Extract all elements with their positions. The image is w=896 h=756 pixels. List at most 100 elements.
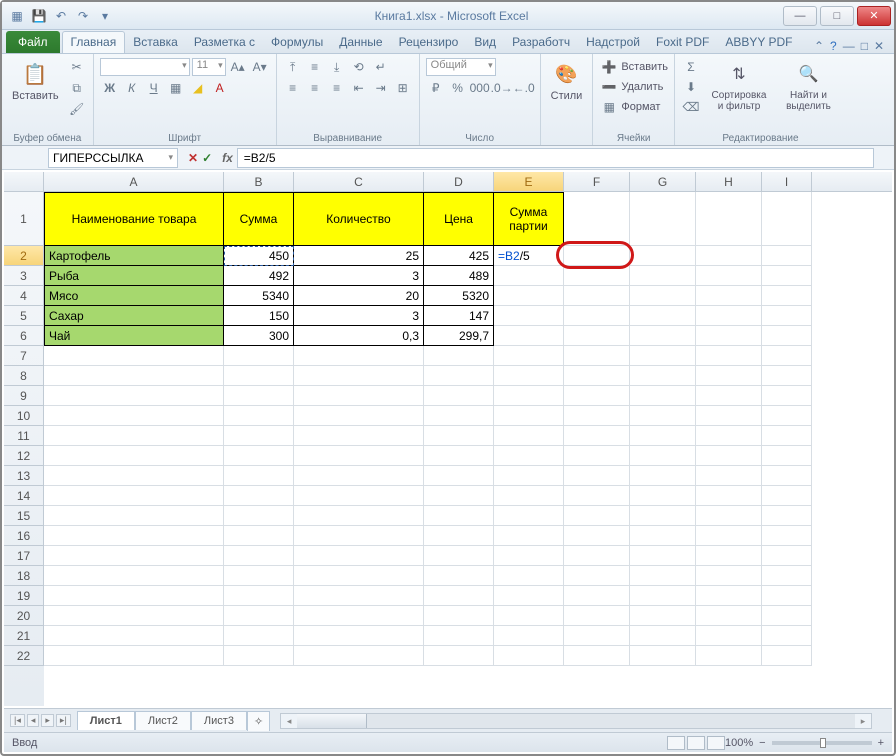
cell-A9[interactable] [44,386,224,406]
cell-E17[interactable] [494,546,564,566]
col-head-H[interactable]: H [696,172,762,191]
close-button[interactable]: ✕ [857,6,891,26]
cell-B19[interactable] [224,586,294,606]
tab-abbyy[interactable]: ABBYY PDF [717,32,800,53]
cell-C22[interactable] [294,646,424,666]
sheet-tab-3[interactable]: Лист3 [191,711,247,730]
cell-I18[interactable] [762,566,812,586]
minimize-button[interactable]: — [783,6,817,26]
cell-D17[interactable] [424,546,494,566]
tab-review[interactable]: Рецензиро [391,32,467,53]
view-layout-icon[interactable] [687,736,705,750]
cell-D5[interactable]: 147 [424,306,494,326]
cell-A12[interactable] [44,446,224,466]
cell-D3[interactable]: 489 [424,266,494,286]
tab-developer[interactable]: Разработч [504,32,578,53]
cell-C9[interactable] [294,386,424,406]
cell-E12[interactable] [494,446,564,466]
row-head-9[interactable]: 9 [4,386,44,406]
cell-F6[interactable] [564,326,630,346]
cell-H16[interactable] [696,526,762,546]
underline-icon[interactable]: Ч [144,79,164,97]
cell-E11[interactable] [494,426,564,446]
font-family-select[interactable] [100,58,190,76]
paste-button[interactable]: 📋 Вставить [8,58,63,104]
undo-icon[interactable]: ↶ [52,7,70,25]
cell-H13[interactable] [696,466,762,486]
cell-C3[interactable]: 3 [294,266,424,286]
col-head-D[interactable]: D [424,172,494,191]
cell-E8[interactable] [494,366,564,386]
zoom-slider[interactable] [772,741,872,745]
cell-C4[interactable]: 20 [294,286,424,306]
cell-I6[interactable] [762,326,812,346]
cell-E13[interactable] [494,466,564,486]
formula-input[interactable]: =B2/5 [237,148,874,168]
cell-C17[interactable] [294,546,424,566]
font-size-select[interactable]: 11 [192,58,226,76]
cell-B6[interactable]: 300 [224,326,294,346]
cell-F19[interactable] [564,586,630,606]
cell-E21[interactable] [494,626,564,646]
cell-E22[interactable] [494,646,564,666]
cell-D14[interactable] [424,486,494,506]
cell-I20[interactable] [762,606,812,626]
row-head-2[interactable]: 2 [4,246,44,266]
cell-G13[interactable] [630,466,696,486]
cell-I8[interactable] [762,366,812,386]
insert-cells-label[interactable]: Вставить [621,61,668,73]
cell-H22[interactable] [696,646,762,666]
cell-F2[interactable] [564,246,630,266]
cell-F20[interactable] [564,606,630,626]
ribbon-window-min-icon[interactable]: — [843,39,855,53]
cells-area[interactable]: Наименование товараСуммаКоличествоЦенаСу… [44,192,892,706]
cell-C19[interactable] [294,586,424,606]
currency-icon[interactable]: ₽ [426,79,446,97]
cell-B10[interactable] [224,406,294,426]
fx-icon[interactable]: fx [218,151,237,165]
number-format-select[interactable]: Общий [426,58,496,76]
cell-H18[interactable] [696,566,762,586]
cell-B18[interactable] [224,566,294,586]
cell-H20[interactable] [696,606,762,626]
decrease-decimal-icon[interactable]: ←.0 [514,79,534,97]
col-head-C[interactable]: C [294,172,424,191]
cell-C15[interactable] [294,506,424,526]
select-all-corner[interactable] [4,172,44,191]
cell-F8[interactable] [564,366,630,386]
align-center-icon[interactable]: ≡ [305,79,325,97]
cell-H8[interactable] [696,366,762,386]
tab-foxit[interactable]: Foxit PDF [648,32,717,53]
cell-H6[interactable] [696,326,762,346]
col-head-I[interactable]: I [762,172,812,191]
cell-B21[interactable] [224,626,294,646]
cell-H1[interactable] [696,192,762,246]
cell-A15[interactable] [44,506,224,526]
minimize-ribbon-icon[interactable]: ⌃ [814,39,824,53]
col-head-F[interactable]: F [564,172,630,191]
cell-E9[interactable] [494,386,564,406]
cell-D15[interactable] [424,506,494,526]
cell-D18[interactable] [424,566,494,586]
cell-A6[interactable]: Чай [44,326,224,346]
cell-I5[interactable] [762,306,812,326]
cell-A10[interactable] [44,406,224,426]
cell-B12[interactable] [224,446,294,466]
maximize-button[interactable]: □ [820,6,854,26]
cell-E7[interactable] [494,346,564,366]
tab-insert[interactable]: Вставка [125,32,186,53]
view-pagebreak-icon[interactable] [707,736,725,750]
cell-I10[interactable] [762,406,812,426]
format-cells-label[interactable]: Формат [621,101,660,113]
cell-E1[interactable]: Сумма партии [494,192,564,246]
sort-filter-button[interactable]: ⇅ Сортировка и фильтр [705,58,773,114]
delete-cells-label[interactable]: Удалить [621,81,663,93]
cell-F18[interactable] [564,566,630,586]
cell-A3[interactable]: Рыба [44,266,224,286]
decrease-indent-icon[interactable]: ⇤ [349,79,369,97]
cell-D4[interactable]: 5320 [424,286,494,306]
cell-B13[interactable] [224,466,294,486]
cell-B14[interactable] [224,486,294,506]
cell-A11[interactable] [44,426,224,446]
cell-H17[interactable] [696,546,762,566]
